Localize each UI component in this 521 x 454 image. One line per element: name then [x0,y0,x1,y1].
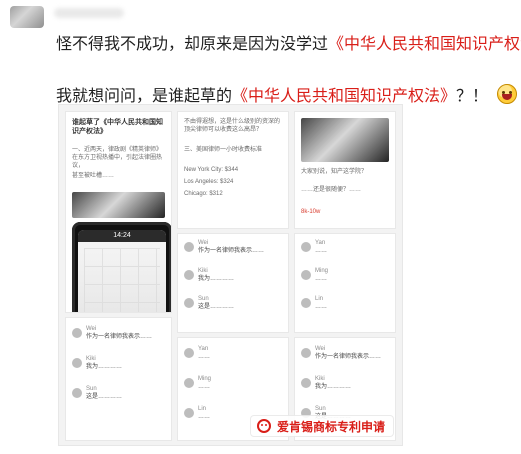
collage-tile-fees: 不由得遐想，这是什么级别的资深的顶尖律师可以收费这么高昂？ 三、美国律师一小时收… [177,111,289,229]
tile-b-list-1: New York City: $344 [184,167,239,173]
comment-message: …… [315,276,327,282]
comment-name: Ming [315,268,329,274]
tile-b-list-3: Chicago: $312 [184,191,223,197]
comment-message: …… [315,304,327,310]
comment-row: Ming …… [301,268,389,290]
comment-row: Wei 作为一名律师我表示…… [301,346,389,368]
comment-message: …… [198,384,210,390]
comment-message: 作为一名律师我表示…… [86,334,153,340]
tile-a-paragraph-1: 一、近两天，律政剧《精英律师》在东方卫视热播中，引起法律圈热议， [72,147,163,169]
post-text-line-1-law-name: 《中华人民共和国知识产权法》 [328,36,521,53]
comment-name: Kiki [86,356,96,362]
tile-c-highlight-text: 8k-10w [301,209,321,215]
tile-c-paragraph-1: 大家别说，知产这学院？ [301,169,368,175]
comment-name: Yan [315,240,326,246]
avatar [301,378,311,388]
comment-row: Lin …… [301,296,389,318]
tile-b-list-2: Los Angeles: $324 [184,179,234,185]
comment-name: Wei [198,240,209,246]
comment-name: Yan [198,346,209,352]
comment-row: Kiki 我为………… [301,376,389,398]
comment-name: Wei [86,326,97,332]
comment-name: Kiki [198,268,208,274]
comment-row: Sun 这是………… [184,296,282,318]
collage-tile-comments-2: Yan …… Ming …… Lin …… [294,233,396,333]
wechat-icon [256,419,271,433]
collage-tile-comments-1: Wei 作为一名律师我表示…… Kiki 我为………… Sun 这是………… [177,233,289,333]
phone-grid [84,248,160,312]
comment-name: Lin [198,406,207,412]
post-text-line-2-law-name: 《中华人民共和国知识产权法》 [232,88,457,105]
tile-a-title: 谁起草了《中华人民共和国知识产权法》 [72,119,163,135]
comment-message: 作为一名律师我表示…… [315,354,382,360]
comment-message: 我为………… [198,276,235,282]
post-text-line-2-prefix: 我就想问问，是谁起草的 [56,88,233,105]
comment-message: …… [315,248,327,254]
comment-row: Sun 这是………… [72,386,165,408]
screenshot: 怪不得我不成功，却原来是因为没学过《中华人民共和国知识产权法》 我就想问问，是谁… [0,0,521,454]
screenshot-collage[interactable]: 谁起草了《中华人民共和国知识产权法》 一、近两天，律政剧《精英律师》在东方卫视热… [58,104,403,446]
avatar[interactable] [10,6,44,28]
comment-row: Ming …… [184,376,282,398]
comment-row: Yan …… [184,346,282,368]
comment-name: Wei [315,346,326,352]
comment-name: Sun [198,296,209,302]
avatar [301,270,311,280]
comment-message: 这是………… [198,304,235,310]
watermark-text: 爱肯锡商标专利申请 [276,419,385,434]
tile-a-photo [72,192,165,218]
post-text-line-1: 怪不得我不成功，却原来是因为没学过《中华人民共和国知识产权法》 [56,32,521,55]
comment-message: 这是………… [86,394,123,400]
post-header [0,0,521,34]
collage-tile-lower-left: Wei 作为一名律师我表示…… Kiki 我为………… Sun 这是………… [65,317,172,441]
avatar [184,378,194,388]
avatar [301,242,311,252]
avatar [184,298,194,308]
tile-c-paragraph-2: ……还是很随便？…… [301,187,362,193]
comment-row: Wei 作为一名律师我表示…… [72,326,165,348]
comment-message: …… [198,354,210,360]
tile-b-question: 不由得遐想，这是什么级别的资深的顶尖律师可以收费这么高昂？ [184,119,281,133]
comment-message: 我为………… [315,384,352,390]
avatar [184,408,194,418]
avatar [301,298,311,308]
phone-status-time: 14:24 [78,230,166,242]
tile-b-subtitle: 三、美国律师一小时收费标准 [184,147,263,153]
avatar [72,358,82,368]
avatar [301,348,311,358]
comment-message: 我为………… [86,364,123,370]
laughing-face-icon [496,84,517,104]
collage-tile-discussion: 大家别说，知产这学院？ ……还是很随便？…… 8k-10w [294,111,396,229]
avatar [72,328,82,338]
avatar [184,270,194,280]
comment-message: 作为一名律师我表示…… [198,248,265,254]
comment-row: Yan …… [301,240,389,262]
avatar [72,388,82,398]
comment-row: Wei 作为一名律师我表示…… [184,240,282,262]
comment-row: Kiki 我为………… [184,268,282,290]
phone-screen: 14:24 [78,230,166,312]
comment-row: Kiki 我为………… [72,356,165,378]
comment-name: Ming [198,376,212,382]
post-text-line-2-suffix: ？！ [456,88,489,105]
blurred-username [54,8,124,18]
avatar [184,348,194,358]
collage-tile-article-intro: 谁起草了《中华人民共和国知识产权法》 一、近两天，律政剧《精英律师》在东方卫视热… [65,111,172,313]
comment-name: Sun [86,386,97,392]
tile-a-phone-screenshot: 14:24 [72,222,171,312]
comment-name: Kiki [315,376,325,382]
watermark: 爱肯锡商标专利申请 [249,415,394,437]
comment-name: Sun [315,406,326,412]
post-text-line-1-prefix: 怪不得我不成功，却原来是因为没学过 [56,36,329,53]
avatar [184,242,194,252]
tile-a-paragraph-2: 甚至被吐槽…… [72,173,115,179]
comment-name: Lin [315,296,324,302]
tile-c-photo [301,118,389,162]
tile-c-highlight: 8k-10w [301,208,389,216]
